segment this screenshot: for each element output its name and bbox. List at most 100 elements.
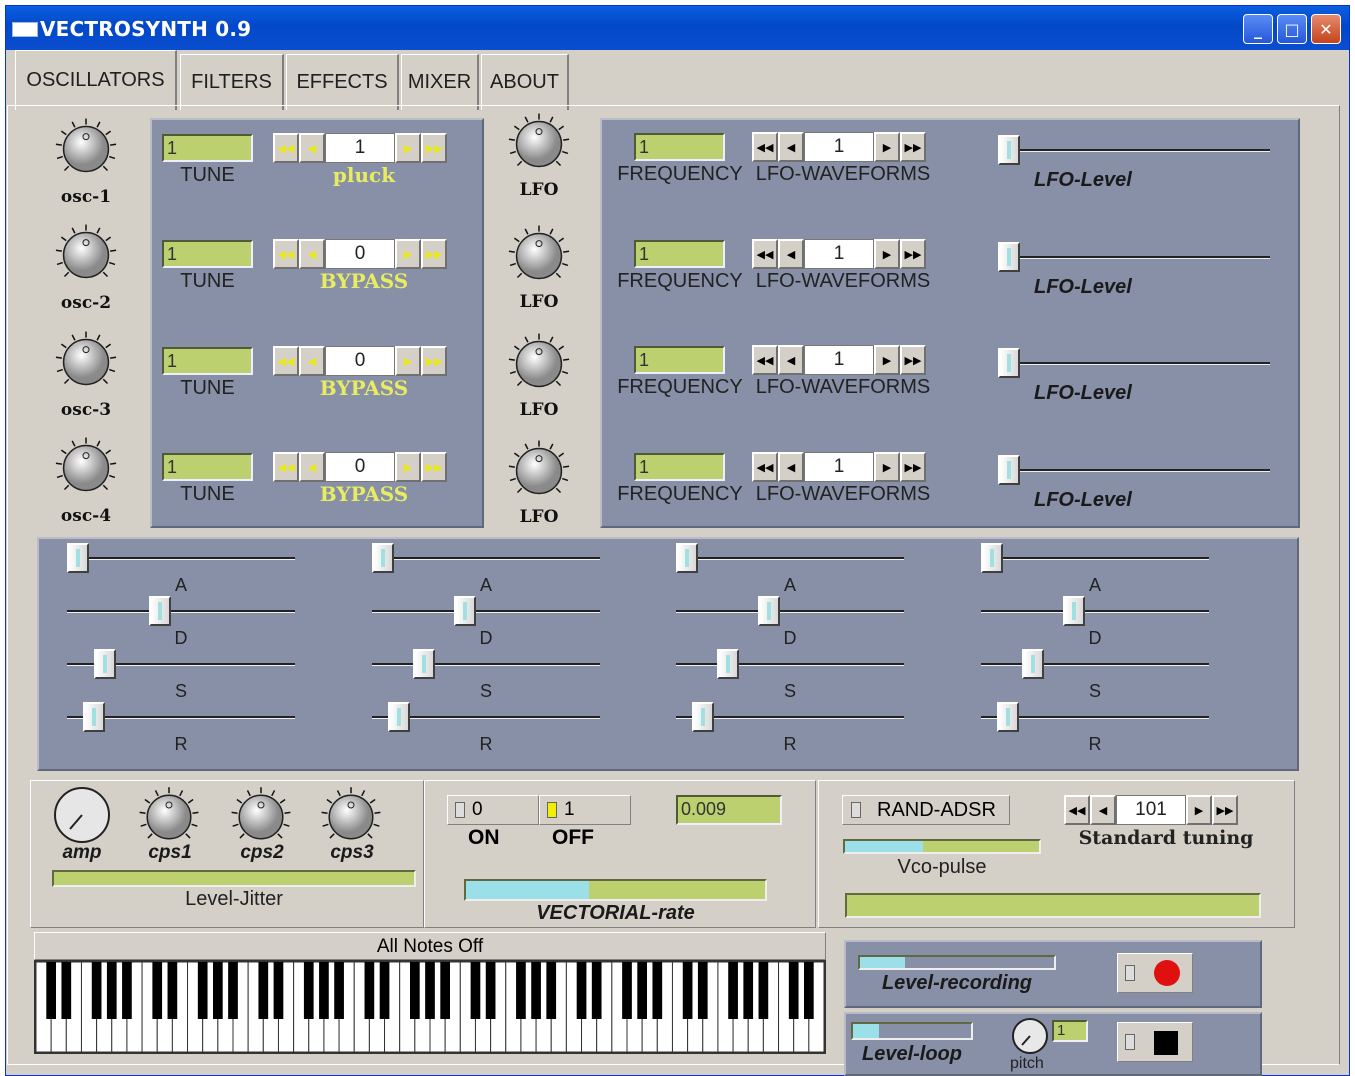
- fast-forward-icon[interactable]: ▶▶: [900, 239, 926, 269]
- fast-rewind-icon[interactable]: ◀◀: [273, 452, 299, 482]
- step-back-icon[interactable]: ◀: [299, 346, 325, 376]
- step-back-icon[interactable]: ◀: [778, 239, 804, 269]
- fast-rewind-icon[interactable]: ◀◀: [1064, 795, 1090, 825]
- black-key[interactable]: [652, 962, 663, 1019]
- off-checkbox[interactable]: [547, 802, 557, 818]
- black-key[interactable]: [364, 962, 375, 1019]
- frequency-field[interactable]: 1: [634, 240, 725, 268]
- black-key[interactable]: [576, 962, 587, 1019]
- fast-rewind-icon[interactable]: ◀◀: [752, 452, 778, 482]
- fast-rewind-icon[interactable]: ◀◀: [752, 239, 778, 269]
- minimize-icon[interactable]: _: [1243, 14, 1273, 44]
- fast-forward-icon[interactable]: ▶▶: [421, 133, 447, 163]
- step-forward-icon[interactable]: ▶: [874, 239, 900, 269]
- cps3-knob[interactable]: [318, 784, 384, 850]
- mode-spinner[interactable]: ◀◀ ◀ 1 ▶ ▶▶: [273, 133, 447, 163]
- black-key[interactable]: [122, 962, 132, 1019]
- adsr-s-slider-thumb[interactable]: [717, 649, 740, 679]
- rand-adsr-toggle[interactable]: RAND-ADSR: [842, 795, 1010, 825]
- lfo-level-slider-thumb[interactable]: [998, 455, 1020, 485]
- adsr-d-slider-thumb[interactable]: [1063, 596, 1086, 626]
- black-key[interactable]: [622, 962, 632, 1019]
- lfo-knob[interactable]: [505, 437, 573, 505]
- step-forward-icon[interactable]: ▶: [874, 452, 900, 482]
- fast-forward-icon[interactable]: ▶▶: [900, 345, 926, 375]
- black-key[interactable]: [425, 962, 435, 1019]
- step-forward-icon[interactable]: ▶: [395, 452, 421, 482]
- black-key[interactable]: [682, 962, 693, 1019]
- step-back-icon[interactable]: ◀: [299, 239, 325, 269]
- fast-rewind-icon[interactable]: ◀◀: [752, 345, 778, 375]
- black-key[interactable]: [470, 962, 481, 1019]
- osc-knob[interactable]: [52, 434, 120, 502]
- all-notes-off-button[interactable]: All Notes Off: [34, 932, 826, 960]
- lfo-level-slider-thumb[interactable]: [998, 242, 1020, 272]
- black-key[interactable]: [334, 962, 344, 1019]
- step-back-icon[interactable]: ◀: [1090, 795, 1116, 825]
- lfo-waveform-spinner[interactable]: ◀◀ ◀ 1 ▶ ▶▶: [752, 239, 926, 269]
- mode-spinner[interactable]: ◀◀ ◀ 0 ▶ ▶▶: [273, 452, 447, 482]
- fast-forward-icon[interactable]: ▶▶: [1212, 795, 1238, 825]
- black-key[interactable]: [46, 962, 57, 1019]
- level-jitter-bar[interactable]: [52, 870, 416, 887]
- lfo-knob[interactable]: [505, 110, 573, 178]
- black-key[interactable]: [228, 962, 238, 1019]
- piano-keyboard[interactable]: [34, 960, 826, 1054]
- spinner-value[interactable]: 1: [804, 132, 874, 162]
- black-key[interactable]: [803, 962, 814, 1019]
- lfo-waveform-spinner[interactable]: ◀◀ ◀ 1 ▶ ▶▶: [752, 132, 926, 162]
- black-key[interactable]: [319, 962, 329, 1019]
- black-key[interactable]: [758, 962, 769, 1019]
- tab-effects[interactable]: EFFECTS: [286, 54, 399, 110]
- level-recording-slider[interactable]: [858, 955, 1056, 970]
- black-key[interactable]: [303, 962, 314, 1019]
- black-key[interactable]: [788, 962, 799, 1019]
- level-loop-slider[interactable]: [851, 1022, 973, 1040]
- pitch-knob[interactable]: [1010, 1016, 1050, 1056]
- adsr-s-slider-thumb[interactable]: [413, 649, 436, 679]
- step-forward-icon[interactable]: ▶: [874, 132, 900, 162]
- lfo-waveform-spinner[interactable]: ◀◀ ◀ 1 ▶ ▶▶: [752, 452, 926, 482]
- frequency-field[interactable]: 1: [634, 453, 725, 481]
- black-key[interactable]: [516, 962, 526, 1019]
- cps2-knob[interactable]: [228, 784, 294, 850]
- fast-rewind-icon[interactable]: ◀◀: [273, 239, 299, 269]
- fast-forward-icon[interactable]: ▶▶: [421, 452, 447, 482]
- adsr-r-slider-thumb[interactable]: [692, 702, 715, 732]
- spinner-value[interactable]: 1: [325, 133, 395, 163]
- black-key[interactable]: [152, 962, 163, 1019]
- adsr-d-slider-thumb[interactable]: [758, 596, 781, 626]
- adsr-r-slider-thumb[interactable]: [388, 702, 411, 732]
- step-forward-icon[interactable]: ▶: [395, 239, 421, 269]
- osc-knob[interactable]: [52, 221, 120, 289]
- adsr-a-slider-thumb[interactable]: [676, 543, 698, 573]
- spinner-value[interactable]: 0: [325, 346, 395, 376]
- close-icon[interactable]: ✕: [1311, 14, 1341, 44]
- black-key[interactable]: [409, 962, 420, 1019]
- fast-forward-icon[interactable]: ▶▶: [421, 239, 447, 269]
- black-key[interactable]: [212, 962, 223, 1019]
- black-key[interactable]: [61, 962, 72, 1019]
- black-key[interactable]: [546, 962, 557, 1019]
- adsr-a-slider-thumb[interactable]: [67, 543, 89, 573]
- spinner-value[interactable]: 1: [804, 345, 874, 375]
- step-back-icon[interactable]: ◀: [778, 132, 804, 162]
- black-key[interactable]: [485, 962, 496, 1019]
- black-key[interactable]: [197, 962, 208, 1019]
- black-key[interactable]: [637, 962, 648, 1019]
- osc-knob[interactable]: [52, 328, 120, 396]
- black-key[interactable]: [167, 962, 178, 1019]
- lfo-knob[interactable]: [505, 222, 573, 290]
- record-button[interactable]: [1117, 953, 1193, 993]
- adsr-s-slider-thumb[interactable]: [93, 649, 116, 679]
- black-key[interactable]: [91, 962, 102, 1019]
- step-forward-icon[interactable]: ▶: [1186, 795, 1212, 825]
- rand-adsr-checkbox[interactable]: [851, 802, 861, 818]
- frequency-field[interactable]: 1: [634, 346, 725, 374]
- lfo-level-slider-thumb[interactable]: [998, 135, 1020, 165]
- black-key[interactable]: [106, 962, 117, 1019]
- black-key[interactable]: [743, 962, 754, 1019]
- step-forward-icon[interactable]: ▶: [874, 345, 900, 375]
- tuning-level-bar[interactable]: [845, 893, 1261, 918]
- off-toggle[interactable]: 1: [539, 795, 631, 825]
